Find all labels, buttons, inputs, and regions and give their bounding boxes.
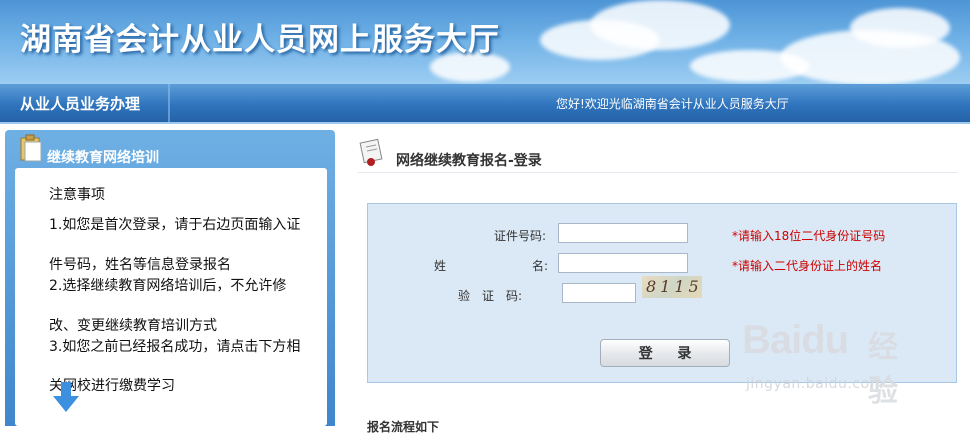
cloud — [850, 8, 950, 48]
captcha-label: 验 证 码: — [458, 289, 523, 303]
sidebar: 继续教育网络培训 注意事项 1.如您是首次登录，请于右边页面输入证 件号码，姓名… — [5, 130, 335, 426]
name-label-part1: 姓 — [434, 259, 447, 273]
notice-line: 1.如您是首次登录，请于右边页面输入证 — [49, 217, 301, 233]
id-number-label: 证件号码: — [494, 229, 547, 243]
login-button[interactable]: 登 录 — [600, 339, 730, 367]
notice-line: 3.如您之前已经报名成功，请点击下方相 — [49, 339, 301, 355]
captcha-input[interactable] — [562, 283, 636, 303]
name-hint: *请输入二代身份证上的姓名 — [732, 259, 883, 273]
captcha-text: 8115 — [646, 277, 703, 296]
notice-line: 件号码，姓名等信息登录报名 — [49, 257, 231, 273]
watermark-url: jingyan.baidu.com — [746, 376, 884, 392]
id-number-hint: *请输入18位二代身份证号码 — [732, 229, 886, 243]
cloud — [690, 50, 810, 82]
captcha-image[interactable]: 8115 — [642, 276, 702, 298]
process-heading: 报名流程如下 — [367, 420, 440, 434]
clipboard-icon — [19, 134, 45, 162]
welcome-message: 您好!欢迎光临湖南省会计从业人员服务大厅 — [556, 97, 789, 111]
cloud — [590, 0, 730, 50]
notice-title: 注意事项 — [49, 187, 105, 203]
certificate-icon — [358, 138, 388, 172]
watermark-brand: Baidu — [742, 318, 849, 362]
watermark-text: 经验 — [868, 330, 898, 409]
name-label-part2: 名: — [532, 259, 549, 273]
login-section-header: 网络继续教育报名-登录 — [358, 138, 958, 173]
login-section-title: 网络继续教育报名-登录 — [396, 153, 542, 169]
name-input[interactable] — [558, 253, 688, 273]
nav-title[interactable]: 从业人员业务办理 — [20, 93, 140, 114]
baidu-jingyan-watermark: Baidu 经验 jingyan.baidu.com — [742, 318, 922, 409]
nav-bar: 从业人员业务办理 您好!欢迎光临湖南省会计从业人员服务大厅 — [0, 84, 970, 124]
notice-line: 改、变更继续教育培训方式 — [49, 318, 217, 334]
down-arrow-icon[interactable] — [53, 382, 79, 418]
id-number-input[interactable] — [558, 223, 688, 243]
notice-panel: 注意事项 1.如您是首次登录，请于右边页面输入证 件号码，姓名等信息登录报名 2… — [15, 168, 327, 426]
notice-line: 2.选择继续教育网络培训后，不允许修 — [49, 278, 287, 294]
nav-divider — [168, 84, 170, 122]
site-banner: 湖南省会计从业人员网上服务大厅 — [0, 0, 970, 84]
site-title: 湖南省会计从业人员网上服务大厅 — [20, 22, 500, 58]
sidebar-title: 继续教育网络培训 — [47, 150, 159, 166]
